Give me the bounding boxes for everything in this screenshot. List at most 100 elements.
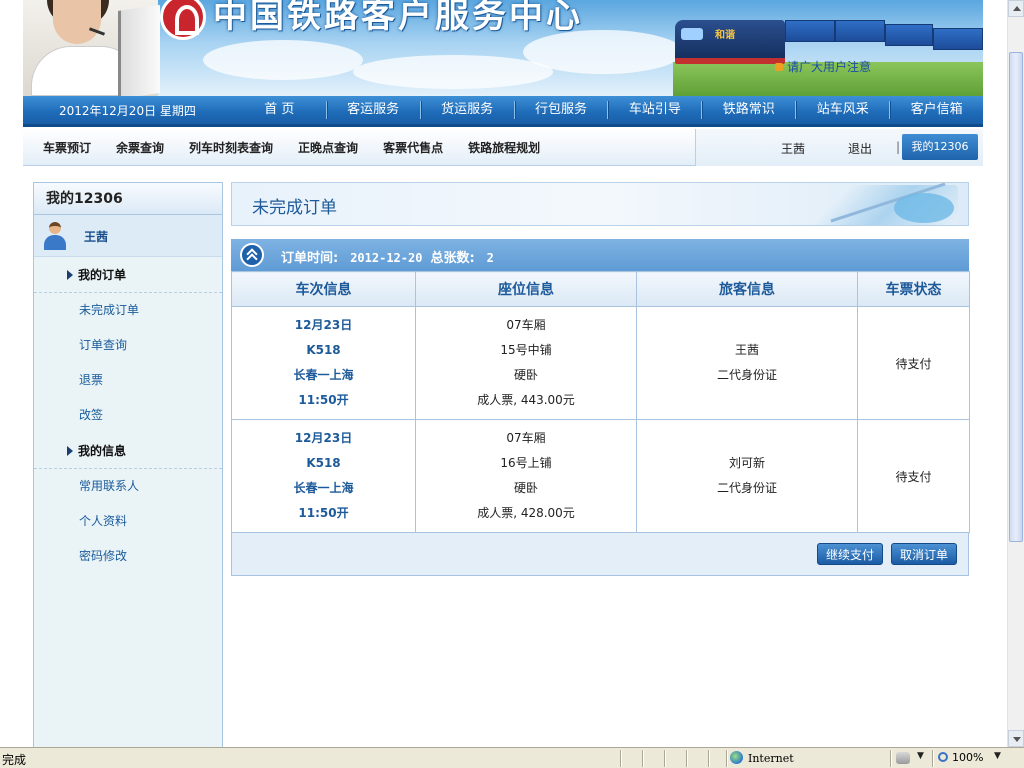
passenger-id-type: 二代身份证 <box>716 368 777 382</box>
ticket-status-cell: 待支付 <box>857 419 970 533</box>
link-trip-planner[interactable]: 铁路旅程规划 <box>468 139 540 156</box>
passenger-id-type: 二代身份证 <box>716 481 777 495</box>
seat-price: 成人票, 443.00元 <box>477 393 575 407</box>
status-divider <box>932 750 933 767</box>
page-title: 未完成订单 <box>252 198 337 218</box>
ticket-count-label: 总张数: <box>430 251 475 266</box>
sidebar-section-label: 我的订单 <box>78 268 127 282</box>
zoom-control[interactable]: 100% <box>938 751 983 764</box>
browser-status-bar: 完成 Internet ▼ 100% ▼ <box>0 747 1024 768</box>
nav-home[interactable]: 首 页 <box>233 95 326 126</box>
sidebar-item-contacts[interactable]: 常用联系人 <box>34 469 222 504</box>
globe-icon <box>730 751 743 764</box>
link-punctuality[interactable]: 正晚点查询 <box>298 139 358 156</box>
link-ticket-booking[interactable]: 车票预订 <box>43 139 91 156</box>
train-route: 长春一上海 <box>293 368 354 382</box>
railway-logo-icon <box>160 0 206 40</box>
link-ticket-agents[interactable]: 客票代售点 <box>383 139 443 156</box>
scroll-down-arrow-icon[interactable] <box>1008 730 1024 747</box>
collapse-up-icon[interactable] <box>240 243 264 267</box>
chevron-down-icon[interactable]: ▼ <box>994 751 1001 761</box>
cancel-order-button[interactable]: 取消订单 <box>891 543 958 565</box>
zoom-level: 100% <box>952 751 984 764</box>
sidebar-user-name: 王茜 <box>84 230 109 244</box>
sidebar-user: 王茜 <box>34 215 222 257</box>
scroll-up-arrow-icon[interactable] <box>1008 0 1024 17</box>
sidebar-item-change-password[interactable]: 密码修改 <box>34 539 222 574</box>
seat-info-cell: 07车厢 16号上铺 硬卧 成人票, 428.00元 <box>415 419 637 533</box>
notice-text: 请广大用户注意 <box>787 60 872 74</box>
sidebar-item-unfinished-orders[interactable]: 未完成订单 <box>34 293 222 328</box>
scrollbar-thumb[interactable] <box>1009 52 1023 542</box>
locomotive-brand: 和谐 <box>715 30 735 41</box>
sidebar-item-profile[interactable]: 个人资料 <box>34 504 222 539</box>
sidebar-item-order-query[interactable]: 订单查询 <box>34 328 222 363</box>
sidebar-item-refund[interactable]: 退票 <box>34 363 222 398</box>
passenger-name: 王茜 <box>734 343 759 357</box>
cloud-decoration <box>203 40 363 80</box>
ticket-status-cell: 待支付 <box>857 306 970 420</box>
train-departure: 11:50开 <box>298 393 349 407</box>
my12306-button[interactable]: 我的12306 <box>902 134 978 160</box>
nav-station-guide[interactable]: 车站引导 <box>608 95 701 126</box>
triangle-right-icon <box>67 446 73 456</box>
sub-nav-links: 车票预订 余票查询 列车时刻表查询 正晚点查询 客票代售点 铁路旅程规划 <box>43 129 565 166</box>
status-divider <box>686 750 687 767</box>
seat-car: 07车厢 <box>506 431 546 445</box>
continue-pay-button[interactable]: 继续支付 <box>817 543 884 565</box>
sidebar-item-change-ticket[interactable]: 改签 <box>34 398 222 433</box>
logged-in-user[interactable]: 王茜 <box>781 140 805 157</box>
protected-mode-icon[interactable] <box>896 752 910 764</box>
seat-number: 16号上铺 <box>500 456 552 470</box>
table-header-row: 车次信息 座位信息 旅客信息 车票状态 <box>231 271 970 307</box>
nav-baggage-service[interactable]: 行包服务 <box>515 95 608 126</box>
nav-freight-service[interactable]: 货运服务 <box>421 95 514 126</box>
header-train-info: 车次信息 <box>231 271 416 307</box>
triangle-right-icon <box>67 270 73 280</box>
sidebar-section-my-info[interactable]: 我的信息 <box>34 433 222 469</box>
train-info-cell: 12月23日 K518 长春一上海 11:50开 <box>231 419 416 533</box>
main-nav: 2012年12月20日 星期四 首 页 客运服务 货运服务 行包服务 车站引导 … <box>23 96 983 127</box>
seat-info-cell: 07车厢 15号中铺 硬卧 成人票, 443.00元 <box>415 306 637 420</box>
train-departure: 11:50开 <box>298 506 349 520</box>
order-time-value: 2012-12-20 <box>350 251 423 265</box>
logout-link[interactable]: 退出 <box>848 140 872 157</box>
nav-customer-mailbox[interactable]: 客户信箱 <box>890 95 983 126</box>
content-title-bar: 未完成订单 <box>231 182 969 226</box>
monitor-image <box>118 5 160 96</box>
status-divider <box>620 750 621 767</box>
header-banner: 中国铁路客户服务中心 和谐 请广大用户注意 <box>23 0 983 96</box>
vertical-scrollbar[interactable] <box>1007 0 1024 747</box>
header-ticket-status: 车票状态 <box>857 271 970 307</box>
seat-price: 成人票, 428.00元 <box>477 506 575 520</box>
passenger-name: 刘可新 <box>728 456 765 470</box>
table-row: 12月23日 K518 长春一上海 11:50开 07车厢 16号上铺 硬卧 成… <box>231 419 970 533</box>
train-number: K518 <box>306 343 341 357</box>
site-title: 中国铁路客户服务中心 <box>213 0 583 36</box>
user-box-divider: | <box>896 140 901 154</box>
chevron-down-icon[interactable]: ▼ <box>917 751 924 761</box>
sidebar-section-my-orders[interactable]: 我的订单 <box>34 257 222 293</box>
main-content: 未完成订单 订单时间: 2012-12-20 总张数: 2 车次信息 座位信息 旅客信… <box>231 182 970 576</box>
user-box: 王茜 退出 | 我的12306 <box>695 129 983 166</box>
train-info-cell: 12月23日 K518 长春一上海 11:50开 <box>231 306 416 420</box>
status-text: 完成 <box>2 753 27 767</box>
sidebar-title: 我的12306 <box>34 183 222 215</box>
nav-station-gallery[interactable]: 站车风采 <box>796 95 889 126</box>
sub-nav: 车票预订 余票查询 列车时刻表查询 正晚点查询 客票代售点 铁路旅程规划 王茜 … <box>23 129 983 166</box>
order-time-label: 订单时间: <box>281 251 339 266</box>
notice-icon <box>775 63 783 71</box>
nav-railway-knowledge[interactable]: 铁路常识 <box>702 95 795 126</box>
sidebar-section-label: 我的信息 <box>78 444 127 458</box>
link-timetable[interactable]: 列车时刻表查询 <box>189 139 273 156</box>
passenger-info-cell: 刘可新 二代身份证 <box>636 419 858 533</box>
status-divider <box>664 750 665 767</box>
freight-container <box>933 28 983 50</box>
zoom-magnifier-icon <box>938 752 948 762</box>
notice-link[interactable]: 请广大用户注意 <box>775 58 871 75</box>
nav-passenger-service[interactable]: 客运服务 <box>327 95 420 126</box>
train-date: 12月23日 <box>294 318 353 332</box>
header-passenger-info: 旅客信息 <box>636 271 858 307</box>
user-avatar-icon <box>44 222 66 250</box>
link-remaining-tickets[interactable]: 余票查询 <box>116 139 164 156</box>
